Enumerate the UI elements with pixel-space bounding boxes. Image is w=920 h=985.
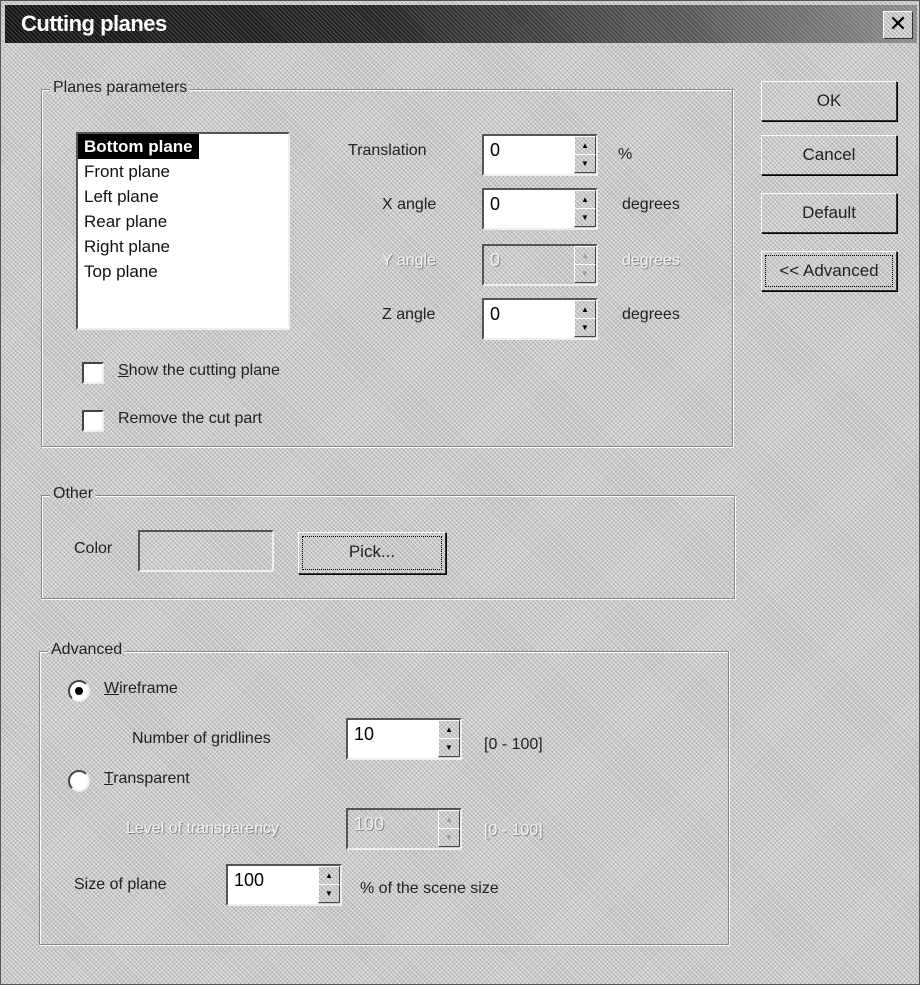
radio-selected-dot [75, 687, 83, 695]
y-angle-spinner: 0 ▲ ▼ [482, 244, 598, 286]
spin-down-icon[interactable]: ▼ [574, 208, 596, 227]
spin-up-icon: ▲ [438, 810, 460, 829]
size-of-plane-label: Size of plane [74, 876, 167, 893]
size-of-plane-spinner[interactable]: 100 ▲ ▼ [226, 864, 342, 906]
close-button[interactable]: ✕ [883, 11, 913, 39]
spin-up-icon[interactable]: ▲ [318, 866, 340, 885]
advanced-toggle-button[interactable]: << Advanced [761, 251, 897, 291]
x-angle-spinner[interactable]: 0 ▲ ▼ [482, 188, 598, 230]
spin-down-icon: ▼ [438, 828, 460, 847]
z-angle-unit: degrees [622, 306, 680, 323]
z-angle-label: Z angle [382, 306, 436, 323]
advanced-group: Advanced Wireframe Number of gridlines 1… [39, 641, 729, 945]
spin-down-icon[interactable]: ▼ [318, 884, 340, 903]
list-item-left-plane[interactable]: Left plane [78, 184, 288, 209]
x-angle-unit: degrees [622, 196, 680, 213]
pick-color-button[interactable]: Pick... [298, 532, 446, 574]
cancel-button[interactable]: Cancel [761, 135, 897, 175]
transparency-arrows: ▲ ▼ [438, 810, 460, 848]
x-angle-label: X angle [382, 196, 437, 213]
list-item-bottom-plane[interactable]: Bottom plane [78, 134, 199, 159]
size-of-plane-arrows[interactable]: ▲ ▼ [318, 866, 340, 904]
transparency-spinner: 100 ▲ ▼ [346, 808, 462, 850]
list-item-front-plane[interactable]: Front plane [78, 159, 288, 184]
size-of-plane-unit: % of the scene size [360, 880, 499, 897]
close-icon: ✕ [888, 11, 908, 36]
transparent-radio[interactable] [68, 770, 90, 792]
show-plane-label[interactable]: Show the cutting plane [118, 362, 280, 380]
y-angle-arrows: ▲ ▼ [574, 246, 596, 284]
planes-parameters-group: Planes parameters Bottom plane Front pla… [41, 79, 733, 447]
gridlines-value[interactable]: 10 [354, 724, 374, 745]
translation-spinner[interactable]: 0 ▲ ▼ [482, 134, 598, 176]
remove-cut-label[interactable]: Remove the cut part [118, 410, 262, 428]
spin-down-icon: ▼ [574, 264, 596, 283]
gridlines-range: [0 - 100] [484, 736, 543, 753]
gridlines-arrows[interactable]: ▲ ▼ [438, 720, 460, 758]
wireframe-radio[interactable] [68, 680, 90, 702]
other-legend: Other [50, 485, 96, 503]
y-angle-value: 0 [490, 250, 501, 270]
spin-up-icon[interactable]: ▲ [574, 300, 596, 319]
window-title: Cutting planes [21, 11, 167, 36]
wireframe-label[interactable]: Wireframe [104, 680, 178, 698]
default-button[interactable]: Default [761, 193, 897, 233]
ok-button[interactable]: OK [761, 81, 897, 121]
spin-down-icon[interactable]: ▼ [574, 318, 596, 337]
spin-down-icon[interactable]: ▼ [574, 154, 596, 173]
list-item-rear-plane[interactable]: Rear plane [78, 209, 288, 234]
list-item-right-plane[interactable]: Right plane [78, 234, 288, 259]
cutting-planes-dialog: Cutting planes ✕ Planes parameters Botto… [0, 0, 920, 985]
y-angle-unit: degrees [622, 252, 680, 269]
color-swatch [138, 530, 274, 572]
list-item-top-plane[interactable]: Top plane [78, 259, 288, 284]
transparency-label: Level of transparency [126, 820, 279, 837]
remove-cut-checkbox[interactable] [82, 410, 104, 432]
title-bar[interactable]: Cutting planes ✕ [5, 5, 917, 43]
transparency-value: 100 [354, 814, 385, 834]
x-angle-value[interactable]: 0 [490, 194, 500, 215]
y-angle-label: Y angle [382, 252, 436, 269]
z-angle-value[interactable]: 0 [490, 304, 500, 325]
spin-up-icon[interactable]: ▲ [574, 136, 596, 155]
color-label: Color [74, 540, 113, 557]
translation-arrows[interactable]: ▲ ▼ [574, 136, 596, 174]
size-of-plane-value[interactable]: 100 [234, 870, 264, 891]
z-angle-arrows[interactable]: ▲ ▼ [574, 300, 596, 338]
transparent-label[interactable]: Transparent [104, 770, 190, 788]
advanced-legend: Advanced [48, 641, 125, 659]
translation-unit: % [618, 146, 633, 163]
translation-label: Translation [348, 142, 427, 159]
planes-parameters-legend: Planes parameters [50, 79, 190, 97]
show-plane-checkbox[interactable] [82, 362, 104, 384]
other-group: Other Color Pick... [41, 485, 735, 599]
gridlines-label: Number of gridlines [132, 730, 271, 747]
gridlines-spinner[interactable]: 10 ▲ ▼ [346, 718, 462, 760]
z-angle-spinner[interactable]: 0 ▲ ▼ [482, 298, 598, 340]
translation-value[interactable]: 0 [490, 140, 500, 161]
spin-up-icon: ▲ [574, 246, 596, 265]
planes-listbox[interactable]: Bottom plane Front plane Left plane Rear… [76, 132, 290, 330]
x-angle-arrows[interactable]: ▲ ▼ [574, 190, 596, 228]
transparency-range: [0 - 100] [484, 822, 543, 839]
spin-up-icon[interactable]: ▲ [438, 720, 460, 739]
spin-up-icon[interactable]: ▲ [574, 190, 596, 209]
spin-down-icon[interactable]: ▼ [438, 738, 460, 757]
